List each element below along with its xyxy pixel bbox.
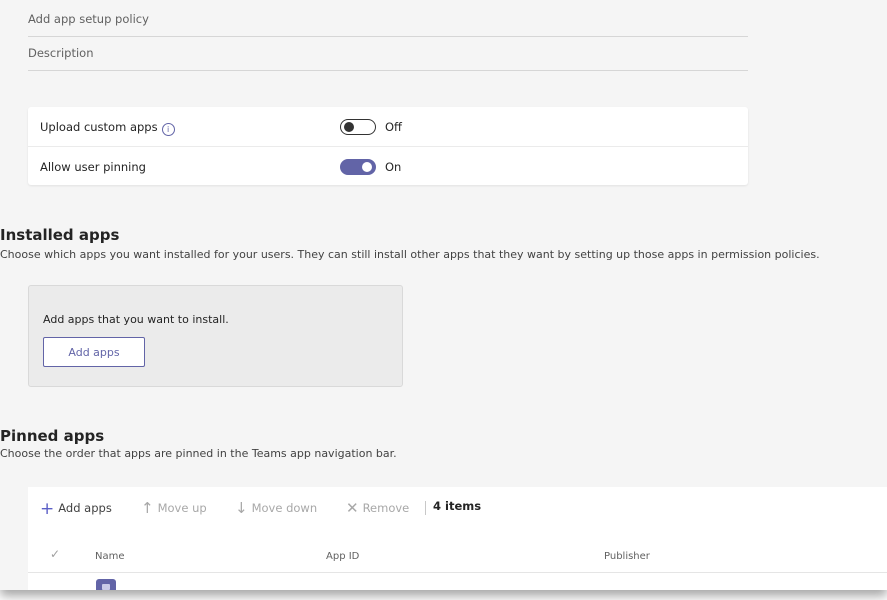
select-all-check-icon[interactable]: ✓ [50,547,60,561]
policy-name-placeholder: Add app setup policy [28,12,149,26]
installed-apps-box: Add apps that you want to install. Add a… [28,285,403,387]
installed-apps-description: Choose which apps you want installed for… [0,248,820,261]
setting-upload-custom-apps: Upload custom apps i Off [28,107,748,146]
info-icon[interactable]: i [161,123,175,136]
pinned-apps-count: 4 items [433,499,482,513]
allow-user-pinning-toggle[interactable] [340,159,376,175]
allow-user-pinning-state: On [385,160,402,174]
upload-custom-apps-label: Upload custom apps i [40,120,175,136]
upload-custom-apps-toggle[interactable] [340,119,376,135]
app-setup-policy-page: Add app setup policy Description Upload … [0,0,887,590]
arrow-up-icon: ↑ [141,499,154,517]
add-pinned-apps-button[interactable]: + Add apps [40,499,112,519]
column-name[interactable]: Name [95,551,125,562]
column-app-id[interactable]: App ID [326,551,359,562]
pinned-apps-section: Pinned apps Choose the order that apps a… [0,427,887,472]
upload-custom-apps-state: Off [385,120,402,134]
pinned-apps-toolbar: + Add apps ↑ Move up ↓ Move down ✕ Remove 4 … [28,487,887,529]
column-publisher[interactable]: Publisher [604,551,650,562]
pinned-apps-title: Pinned apps [0,427,105,445]
setting-allow-user-pinning: Allow user pinning On [28,146,748,186]
pinned-apps-description: Choose the order that apps are pinned in… [0,447,397,460]
policy-name-field[interactable]: Add app setup policy [28,6,748,37]
installed-apps-title: Installed apps [0,226,120,244]
allow-user-pinning-label: Allow user pinning [40,160,146,174]
toggle-knob [362,162,372,172]
plus-icon: + [40,499,55,519]
move-up-button[interactable]: ↑ Move up [141,499,207,517]
policy-description-field[interactable]: Description [28,40,748,71]
policy-description-placeholder: Description [28,46,94,60]
remove-button[interactable]: ✕ Remove [346,499,409,517]
pinned-apps-card: + Add apps ↑ Move up ↓ Move down ✕ Remove 4 … [28,487,887,590]
pinned-apps-table-header: ✓ Name App ID Publisher [28,544,887,573]
arrow-down-icon: ↓ [235,499,248,517]
move-down-button[interactable]: ↓ Move down [235,499,317,517]
add-installed-apps-button[interactable]: Add apps [43,337,145,367]
installed-apps-prompt: Add apps that you want to install. [43,313,229,326]
toggle-knob [344,122,354,132]
app-icon [96,579,116,590]
toolbar-divider [425,501,426,515]
installed-apps-section: Installed apps Choose which apps you wan… [0,225,887,275]
table-row[interactable] [28,573,887,590]
close-icon: ✕ [346,499,359,517]
policy-settings-card: Upload custom apps i Off Allow user pinni… [28,107,748,185]
